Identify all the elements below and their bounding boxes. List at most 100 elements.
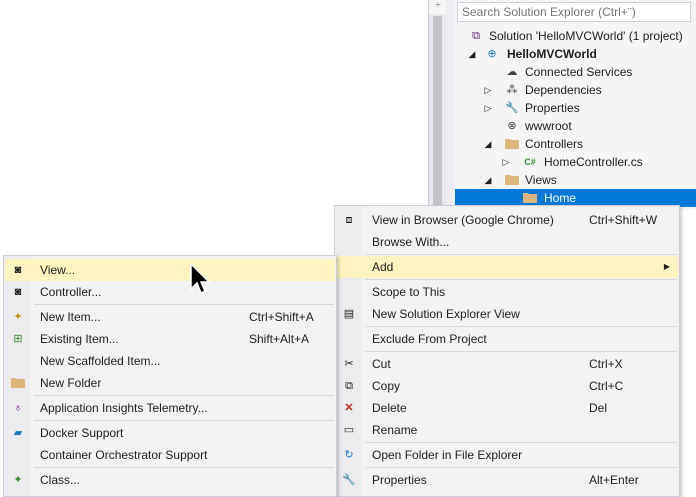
- copy-icon: ⧉: [345, 380, 353, 392]
- dependencies-icon: ⁂: [506, 84, 518, 96]
- menu-item-exclude-from-project[interactable]: Exclude From Project: [336, 328, 678, 350]
- solution-icon: ⧉: [472, 30, 480, 42]
- submenu-item-controller[interactable]: ◙ Controller...: [5, 281, 335, 303]
- expand-arrow-icon[interactable]: ▷: [501, 153, 511, 171]
- new-view-icon: ▤: [343, 308, 355, 320]
- csharp-file-icon: C#: [524, 157, 536, 167]
- menu-separator: [34, 420, 334, 421]
- editor-vertical-scrollbar[interactable]: ÷: [428, 0, 447, 210]
- menu-item-copy[interactable]: ⧉ Copy Ctrl+C: [336, 375, 678, 397]
- solution-explorer-search-input[interactable]: [458, 3, 690, 21]
- submenu-item-new-folder[interactable]: New Folder: [5, 372, 335, 394]
- menu-item-label: Docker Support: [40, 426, 124, 440]
- menu-item-delete[interactable]: ✕ Delete Del: [336, 397, 678, 419]
- menu-item-shortcut: Ctrl+Shift+W: [589, 213, 658, 227]
- menu-item-shortcut: Alt+Enter: [589, 473, 639, 487]
- new-item-icon: ✦: [13, 311, 23, 323]
- menu-item-browse-with[interactable]: Browse With...: [336, 231, 678, 253]
- menu-item-rename[interactable]: ▭ Rename: [336, 419, 678, 441]
- menu-item-scope-to-this[interactable]: Scope to This: [336, 281, 678, 303]
- menu-item-add[interactable]: Add ▶: [336, 256, 678, 278]
- menu-item-label: Delete: [372, 401, 407, 415]
- menu-item-label: New Folder: [40, 376, 102, 390]
- panel-splitter[interactable]: [446, 0, 455, 210]
- menu-item-properties[interactable]: 🔧 Properties Alt+Enter: [336, 469, 678, 491]
- menu-item-label: View...: [40, 263, 76, 277]
- tree-item-label: Dependencies: [525, 83, 602, 97]
- submenu-item-new-item[interactable]: ✦ New Item... Ctrl+Shift+A: [5, 306, 335, 328]
- rename-icon: ▭: [343, 424, 355, 436]
- menu-item-label: Existing Item...: [40, 332, 119, 346]
- menu-item-label: Rename: [372, 423, 418, 437]
- menu-item-view-in-browser[interactable]: ⧈ View in Browser (Google Chrome) Ctrl+S…: [336, 209, 678, 231]
- menu-item-label: Controller...: [40, 285, 102, 299]
- menu-item-label: New Solution Explorer View: [372, 307, 520, 321]
- menu-separator: [365, 351, 677, 352]
- submenu-item-new-scaffolded-item[interactable]: New Scaffolded Item...: [5, 350, 335, 372]
- submenu-item-container-orchestrator[interactable]: Container Orchestrator Support: [5, 444, 335, 466]
- menu-item-shortcut: Del: [589, 401, 608, 415]
- menu-item-new-solution-explorer-view[interactable]: ▤ New Solution Explorer View: [336, 303, 678, 325]
- tree-item-label: Controllers: [525, 137, 584, 151]
- tree-item-solution[interactable]: ⧉ Solution 'HelloMVCWorld' (1 project): [455, 27, 696, 45]
- submenu-item-application-insights[interactable]: ♁ Application Insights Telemetry...: [5, 397, 335, 419]
- expand-arrow-icon[interactable]: ◢: [483, 171, 493, 189]
- tree-item-label: HomeController.cs: [544, 155, 643, 169]
- cloud-icon: ☁: [506, 66, 518, 78]
- menu-item-label: Properties: [372, 473, 427, 487]
- context-menu: ⧈ View in Browser (Google Chrome) Ctrl+S…: [334, 205, 680, 497]
- menu-item-label: New Scaffolded Item...: [40, 354, 161, 368]
- expand-arrow-icon[interactable]: ◢: [467, 45, 477, 63]
- tree-item-controllers[interactable]: ◢ Controllers: [455, 135, 696, 153]
- browser-icon: ⧈: [345, 214, 353, 226]
- docker-icon: ▰: [13, 427, 23, 439]
- submenu-item-docker-support[interactable]: ▰ Docker Support: [5, 422, 335, 444]
- tree-item-project[interactable]: ◢ ⊕ HelloMVCWorld: [455, 45, 696, 63]
- submenu-item-class[interactable]: ✦ Class...: [5, 469, 335, 491]
- menu-item-shortcut: Ctrl+Shift+A: [249, 310, 314, 324]
- expand-arrow-icon[interactable]: ◢: [483, 135, 493, 153]
- menu-item-label: New Item...: [40, 310, 101, 324]
- tree-item-homecontroller[interactable]: ▷ C# HomeController.cs: [455, 153, 696, 171]
- menu-item-label: View in Browser (Google Chrome): [372, 213, 554, 227]
- tree-item-label: Solution 'HelloMVCWorld' (1 project): [489, 29, 683, 43]
- class-icon: ✦: [13, 474, 23, 486]
- menu-separator: [365, 467, 677, 468]
- menu-item-label: Copy: [372, 379, 401, 393]
- scrollbar-thumb[interactable]: [433, 16, 442, 206]
- add-submenu: ◙ View... ◙ Controller... ✦ New Item... …: [3, 255, 337, 497]
- refresh-arrow-icon: ↻: [344, 449, 354, 461]
- solution-explorer-search-box[interactable]: [457, 2, 691, 22]
- menu-separator: [365, 326, 677, 327]
- existing-item-icon: ⊞: [13, 333, 23, 345]
- solution-explorer-panel: ⧉ Solution 'HelloMVCWorld' (1 project) ◢…: [455, 0, 696, 210]
- wrench-icon: 🔧: [505, 102, 519, 114]
- tree-item-label: HelloMVCWorld: [507, 47, 597, 61]
- menu-separator: [365, 442, 677, 443]
- menu-item-label: Browse With...: [372, 235, 450, 249]
- tree-item-label: Properties: [525, 101, 580, 115]
- menu-separator: [34, 304, 334, 305]
- folder-icon: [505, 137, 519, 151]
- view-file-icon: ◙: [14, 264, 22, 276]
- tree-item-dependencies[interactable]: ▷ ⁂ Dependencies: [455, 81, 696, 99]
- split-view-button[interactable]: ÷: [429, 0, 447, 14]
- expand-arrow-icon[interactable]: ▷: [483, 81, 493, 99]
- tree-item-properties[interactable]: ▷ 🔧 Properties: [455, 99, 696, 117]
- tree-item-wwwroot[interactable]: ⊗ wwwroot: [455, 117, 696, 135]
- menu-item-open-folder[interactable]: ↻ Open Folder in File Explorer: [336, 444, 678, 466]
- tree-item-connected-services[interactable]: ☁ Connected Services: [455, 63, 696, 81]
- submenu-item-view[interactable]: ◙ View...: [5, 259, 335, 281]
- expand-arrow-icon[interactable]: ▷: [483, 99, 493, 117]
- menu-item-label: Add: [372, 260, 394, 274]
- tree-item-label: Connected Services: [525, 65, 633, 79]
- app-insights-icon: ♁: [13, 402, 23, 414]
- submenu-arrow-icon: ▶: [663, 262, 670, 271]
- menu-item-cut[interactable]: ✂ Cut Ctrl+X: [336, 353, 678, 375]
- globe-icon: ⊗: [507, 120, 517, 132]
- tree-item-views[interactable]: ◢ Views: [455, 171, 696, 189]
- submenu-item-existing-item[interactable]: ⊞ Existing Item... Shift+Alt+A: [5, 328, 335, 350]
- menu-item-shortcut: Ctrl+C: [589, 379, 624, 393]
- tree-item-label: Views: [525, 173, 557, 187]
- menu-separator: [34, 467, 334, 468]
